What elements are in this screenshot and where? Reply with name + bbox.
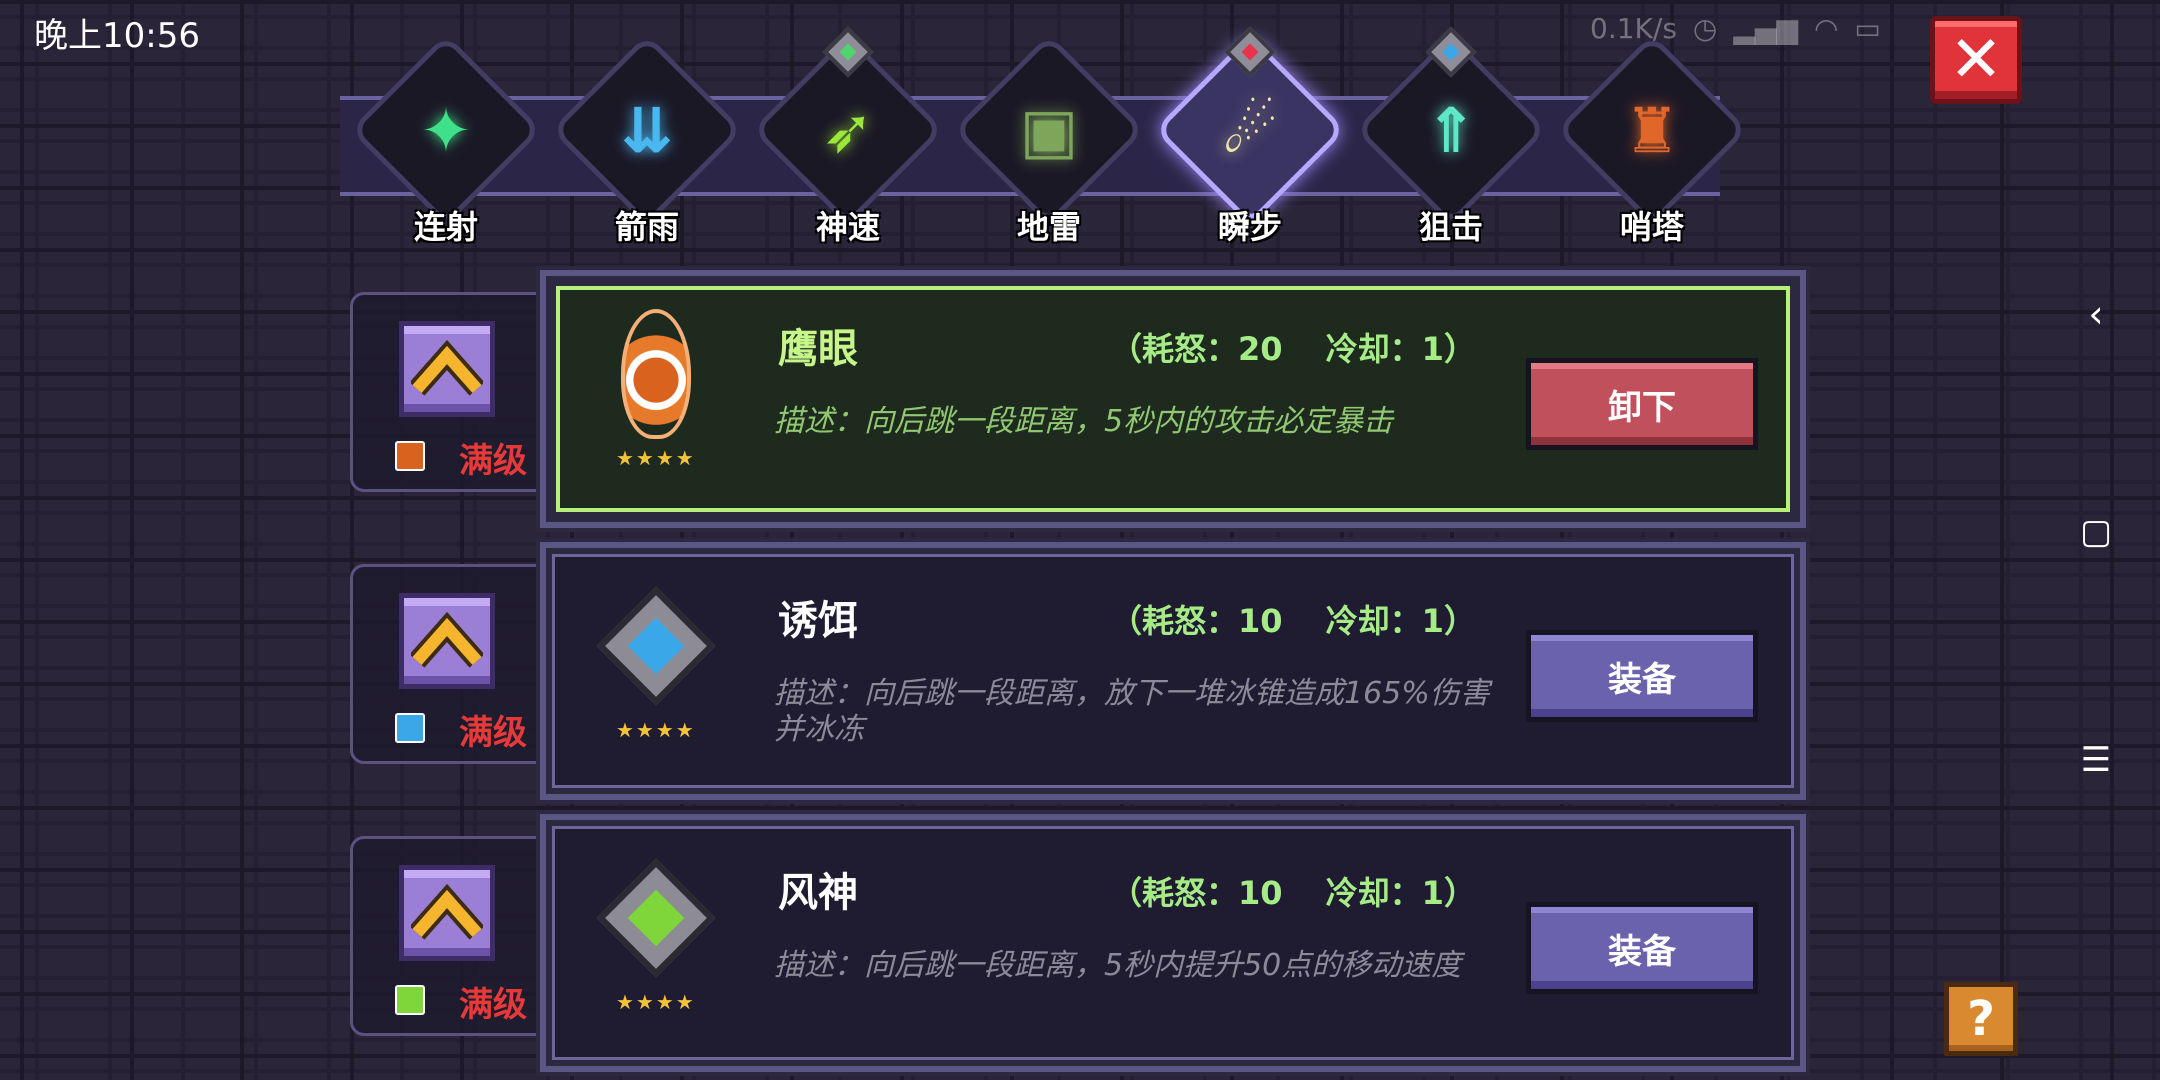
tab-skill[interactable]: ⇑ 狙击 (1345, 33, 1548, 254)
skill-icon (596, 309, 716, 439)
skill-description: 描述：向后跳一段距离，5秒内的攻击必定暴击 (774, 404, 1394, 439)
tab-skill[interactable]: ✦ 连射 (340, 33, 543, 254)
skill-upgrade-panel: 满级 (350, 564, 540, 764)
tab-skill[interactable]: ⇊ 箭雨 (541, 33, 744, 254)
tab-skill[interactable]: ♜ 哨塔 (1546, 33, 1749, 254)
tab-label: 地雷 (1016, 208, 1081, 246)
tab-skill[interactable]: ☄ 瞬步 (1144, 33, 1347, 254)
skill-icon (596, 586, 716, 706)
status-indicators: 0.1K/s ◷ ▂▄▆ ◠ ▭ (1590, 12, 1881, 45)
chevron-up-icon (411, 339, 483, 396)
help-icon: ? (1967, 991, 1995, 1047)
skill-cost: （耗怒：20 冷却：1） (1110, 330, 1476, 368)
skill-art-icon: ♜ (1624, 93, 1680, 167)
skill-upgrade-panel: 满级 (350, 836, 540, 1036)
alarm-icon: ◷ (1692, 12, 1718, 45)
tab-skill[interactable]: ➶ 神速 (742, 33, 945, 254)
skill-art-icon: ▣ (1019, 93, 1079, 167)
chevron-up-icon (411, 883, 483, 940)
skill-card: ★★★★ 风神 （耗怒：10 冷却：1） 描述：向后跳一段距离，5秒内提升50点的移动… (536, 810, 1810, 1076)
close-button[interactable]: ✕ (1930, 16, 2022, 104)
help-button[interactable]: ? (1944, 982, 2018, 1056)
upgrade-button[interactable] (399, 865, 495, 961)
level-status: 满级 (459, 441, 527, 481)
menu-nav-icon[interactable]: ☰ (2076, 740, 2116, 780)
skill-icon (596, 858, 716, 978)
star-rating: ★★★★ (616, 990, 696, 1014)
eye-flame-icon (621, 309, 691, 439)
skill-art-icon: ➶ (822, 93, 874, 167)
skill-art-icon: ✦ (420, 93, 472, 167)
skill-name: 诱饵 (778, 598, 858, 644)
tab-label: 哨塔 (1619, 208, 1684, 246)
tab-skill[interactable]: ▣ 地雷 (943, 33, 1146, 254)
skill-name: 鹰眼 (778, 326, 858, 372)
close-icon: ✕ (1949, 23, 2003, 97)
skill-description: 描述：向后跳一段距离，5秒内提升50点的移动速度 (774, 948, 1462, 983)
skill-name: 风神 (778, 870, 858, 916)
skill-mini-icon (395, 985, 425, 1015)
skill-cost: （耗怒：10 冷却：1） (1110, 602, 1476, 640)
home-nav-icon[interactable]: ▢ (2076, 512, 2116, 552)
skill-art-icon: ⇊ (621, 93, 673, 167)
tab-label: 瞬步 (1217, 208, 1282, 246)
tab-label: 连射 (413, 208, 478, 246)
equip-button[interactable]: 装备 (1526, 630, 1758, 722)
star-rating: ★★★★ (616, 718, 696, 742)
level-status: 满级 (459, 985, 527, 1025)
upgrade-button[interactable] (399, 321, 495, 417)
skill-cost: （耗怒：10 冷却：1） (1110, 874, 1476, 912)
skill-art-icon: ☄ (1222, 93, 1278, 167)
star-rating: ★★★★ (616, 446, 696, 470)
tab-label: 狙击 (1418, 208, 1483, 246)
skill-card: ★★★★ 鹰眼 （耗怒：20 冷却：1） 描述：向后跳一段距离，5秒内的攻击必定暴击 卸… (536, 266, 1810, 532)
skill-art-icon: ⇑ (1425, 93, 1477, 167)
level-status: 满级 (459, 713, 527, 753)
skill-upgrade-panel: 满级 (350, 292, 540, 492)
skill-mini-icon (395, 441, 425, 471)
gem-skill-icon (596, 586, 716, 706)
tab-label: 神速 (815, 208, 880, 246)
status-time: 晚上10:56 (34, 16, 200, 56)
network-speed: 0.1K/s (1590, 12, 1677, 45)
signal-icon: ▂▄▆ (1733, 12, 1798, 45)
upgrade-button[interactable] (399, 593, 495, 689)
equip-button[interactable]: 装备 (1526, 902, 1758, 994)
chevron-up-icon (411, 611, 483, 668)
unequip-button[interactable]: 卸下 (1526, 358, 1758, 450)
skill-description: 描述：向后跳一段距离，放下一堆冰锥造成165%伤害并冰冻 (774, 676, 1490, 747)
gem-skill-icon (596, 858, 716, 978)
back-nav-icon[interactable]: ‹ (2076, 292, 2116, 336)
skill-mini-icon (395, 713, 425, 743)
wifi-icon: ◠ (1813, 12, 1839, 45)
battery-icon: ▭ (1854, 12, 1881, 45)
tab-label: 箭雨 (614, 208, 679, 246)
skill-card: ★★★★ 诱饵 （耗怒：10 冷却：1） 描述：向后跳一段距离，放下一堆冰锥造成165… (536, 538, 1810, 804)
